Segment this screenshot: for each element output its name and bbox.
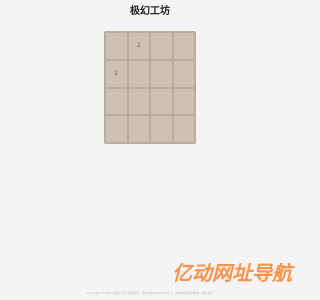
- board-cell: 2: [106, 60, 127, 87]
- page-title: 极幻工坊: [130, 6, 170, 17]
- board-cell: [151, 33, 172, 59]
- board-cell: [173, 33, 194, 59]
- board-cell: [128, 60, 149, 87]
- board-cell: [151, 60, 172, 87]
- board-cell: [106, 33, 127, 59]
- board-cell: [128, 116, 149, 142]
- board-cell: [173, 60, 194, 87]
- board-cell: [151, 116, 172, 142]
- game-page: 极幻工坊 2 2 Copyright © 2024 极幻工坊 版权所有 · 京I…: [0, 0, 300, 300]
- board-cell: [128, 88, 149, 115]
- board-cell: [106, 88, 127, 115]
- board-cell: 2: [128, 33, 149, 59]
- board-cell: [151, 88, 172, 115]
- footer-copyright: Copyright © 2024 极幻工坊 版权所有 · 京ICP备000000…: [86, 291, 214, 295]
- board-cell: [173, 88, 194, 115]
- game-board: 2 2: [104, 31, 196, 144]
- board-cell: [173, 116, 194, 142]
- watermark-logo: 亿动网址导航: [172, 261, 292, 285]
- board-cell: [106, 116, 127, 142]
